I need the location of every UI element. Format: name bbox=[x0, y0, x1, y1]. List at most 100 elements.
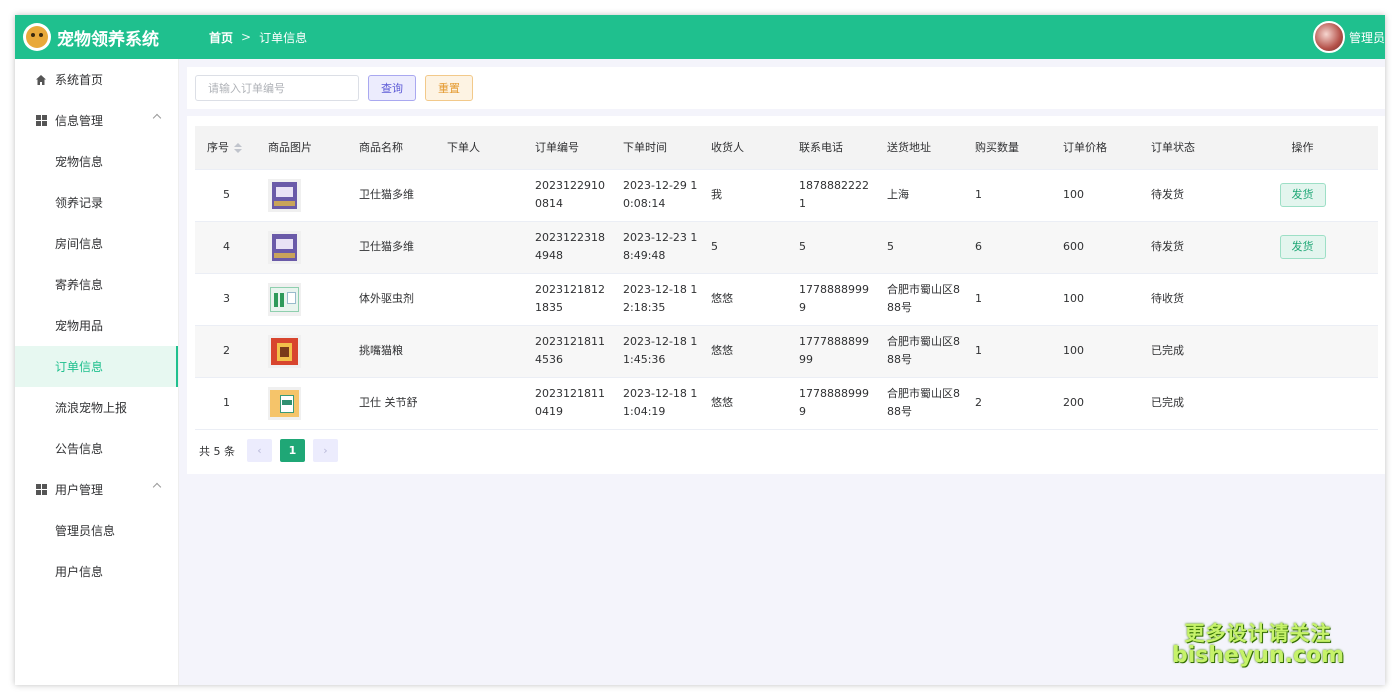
search-bar: 查询 重置 bbox=[187, 67, 1385, 109]
sidebar-item-notices[interactable]: 公告信息 bbox=[15, 428, 178, 469]
cell-price: 100 bbox=[1051, 169, 1139, 222]
reset-button[interactable]: 重置 bbox=[425, 75, 473, 101]
order-number-search-input[interactable] bbox=[195, 75, 359, 101]
cell-address: 5 bbox=[875, 221, 963, 274]
breadcrumb-current: 订单信息 bbox=[259, 30, 308, 45]
sidebar-item-home[interactable]: 系统首页 bbox=[15, 59, 178, 100]
cell-phone: 5 bbox=[787, 221, 875, 274]
product-image[interactable] bbox=[268, 334, 301, 368]
sidebar-item-rooms[interactable]: 房间信息 bbox=[15, 223, 178, 264]
page-button-1[interactable]: 1 bbox=[280, 439, 305, 462]
pagination: 共 5 条 ‹ 1 › bbox=[199, 439, 346, 462]
breadcrumb-home[interactable]: 首页 bbox=[209, 29, 233, 46]
column-header-id[interactable]: 序号 bbox=[195, 126, 256, 170]
watermark: 更多设计请关注 bisheyun.com bbox=[1172, 622, 1344, 668]
sidebar-item-stray-report[interactable]: 流浪宠物上报 bbox=[15, 387, 178, 428]
cell-receiver: 悠悠 bbox=[699, 377, 787, 430]
sidebar-item-user-info[interactable]: 用户信息 bbox=[15, 551, 178, 592]
sidebar-item-adoption[interactable]: 领养记录 bbox=[15, 182, 178, 223]
cell-address: 合肥市蜀山区888号 bbox=[875, 377, 963, 430]
column-header-status: 订单状态 bbox=[1139, 126, 1227, 170]
cell-receiver: 悠悠 bbox=[699, 325, 787, 378]
cell-id: 3 bbox=[195, 273, 256, 326]
table-row: 1 卫仕 关节舒 20231218110419 2023-12-18 11:04:19… bbox=[195, 377, 1378, 430]
cell-status: 待发货 bbox=[1139, 169, 1227, 222]
sidebar-item-label: 管理员信息 bbox=[55, 524, 116, 538]
next-page-button[interactable]: › bbox=[313, 439, 338, 462]
cell-time: 2023-12-18 11:04:19 bbox=[611, 377, 699, 430]
sidebar-item-label: 用户信息 bbox=[55, 565, 104, 579]
cell-phone: 18788822221 bbox=[787, 169, 875, 222]
sidebar-item-label: 宠物信息 bbox=[55, 155, 104, 169]
product-image[interactable] bbox=[268, 386, 301, 420]
grid-icon bbox=[35, 484, 47, 496]
cell-order-no: 20231218110419 bbox=[523, 377, 611, 430]
user-name[interactable]: 管理员 bbox=[1349, 29, 1385, 46]
column-header-name: 商品名称 bbox=[347, 126, 435, 170]
cell-time: 2023-12-18 11:45:36 bbox=[611, 325, 699, 378]
cell-image[interactable] bbox=[256, 221, 347, 274]
avatar[interactable] bbox=[1313, 21, 1345, 53]
orders-table-card: 序号 商品图片 商品名称 下单人 订单编号 下单时间 收货人 联系电话 送货地址… bbox=[187, 116, 1385, 474]
sidebar-group-users[interactable]: 用户管理 bbox=[15, 469, 178, 510]
top-header: 宠物领养系统 首页 > 订单信息 管理员 bbox=[15, 15, 1385, 59]
cell-receiver: 5 bbox=[699, 221, 787, 274]
sidebar-item-label: 信息管理 bbox=[55, 114, 104, 128]
column-header-address: 送货地址 bbox=[875, 126, 963, 170]
prev-page-button[interactable]: ‹ bbox=[247, 439, 272, 462]
app-title: 宠物领养系统 bbox=[57, 29, 159, 50]
sidebar-item-pets[interactable]: 宠物信息 bbox=[15, 141, 178, 182]
cell-image[interactable] bbox=[256, 377, 347, 430]
sidebar-group-info[interactable]: 信息管理 bbox=[15, 100, 178, 141]
sidebar-item-orders[interactable]: 订单信息 bbox=[15, 346, 178, 387]
column-header-order-no: 订单编号 bbox=[523, 126, 611, 170]
cell-image[interactable] bbox=[256, 273, 347, 326]
ship-button[interactable]: 发货 bbox=[1279, 183, 1326, 207]
cell-price: 600 bbox=[1051, 221, 1139, 274]
cell-phone: 17788889999 bbox=[787, 377, 875, 430]
cell-address: 合肥市蜀山区888号 bbox=[875, 325, 963, 378]
table-header-row: 序号 商品图片 商品名称 下单人 订单编号 下单时间 收货人 联系电话 送货地址… bbox=[195, 126, 1378, 170]
cell-image[interactable] bbox=[256, 169, 347, 222]
cell-image[interactable] bbox=[256, 325, 347, 378]
sidebar-item-label: 领养记录 bbox=[55, 196, 104, 210]
product-image[interactable] bbox=[268, 282, 301, 316]
cell-buyer bbox=[435, 325, 523, 378]
home-icon bbox=[35, 74, 47, 86]
cell-time: 2023-12-18 12:18:35 bbox=[611, 273, 699, 326]
user-menu[interactable]: 管理员 bbox=[1313, 21, 1385, 53]
query-button[interactable]: 查询 bbox=[368, 75, 416, 101]
sort-icon[interactable] bbox=[234, 143, 242, 154]
sidebar-item-label: 系统首页 bbox=[55, 73, 104, 87]
cell-id: 1 bbox=[195, 377, 256, 430]
cell-order-no: 20231223184948 bbox=[523, 221, 611, 274]
pet-logo-icon bbox=[23, 23, 51, 51]
table-row: 5 卫仕猫多维 20231229100814 2023-12-29 10:08:14 我… bbox=[195, 169, 1378, 222]
cell-qty: 1 bbox=[963, 169, 1051, 222]
cell-qty: 1 bbox=[963, 273, 1051, 326]
breadcrumb: 首页 > 订单信息 bbox=[209, 29, 307, 46]
cell-time: 2023-12-29 10:08:14 bbox=[611, 169, 699, 222]
cell-buyer bbox=[435, 273, 523, 326]
sidebar-item-supplies[interactable]: 宠物用品 bbox=[15, 305, 178, 346]
cell-buyer bbox=[435, 377, 523, 430]
sidebar-item-label: 流浪宠物上报 bbox=[55, 401, 128, 415]
watermark-line1: 更多设计请关注 bbox=[1184, 621, 1332, 645]
cell-order-no: 20231229100814 bbox=[523, 169, 611, 222]
cell-status: 待收货 bbox=[1139, 273, 1227, 326]
cell-price: 100 bbox=[1051, 325, 1139, 378]
column-header-price: 订单价格 bbox=[1051, 126, 1139, 170]
table-row: 2 挑嘴猫粮 20231218114536 2023-12-18 11:45:36 悠悠… bbox=[195, 325, 1378, 378]
sidebar-item-boarding[interactable]: 寄养信息 bbox=[15, 264, 178, 305]
cell-order-no: 20231218121835 bbox=[523, 273, 611, 326]
product-image[interactable] bbox=[268, 230, 301, 264]
ship-button[interactable]: 发货 bbox=[1279, 235, 1326, 259]
sidebar-item-admins[interactable]: 管理员信息 bbox=[15, 510, 178, 551]
column-header-qty: 购买数量 bbox=[963, 126, 1051, 170]
cell-actions: 发货 bbox=[1227, 169, 1378, 222]
cell-name: 体外驱虫剂 bbox=[347, 273, 435, 326]
product-image[interactable] bbox=[268, 178, 301, 212]
column-header-buyer: 下单人 bbox=[435, 126, 523, 170]
cell-buyer bbox=[435, 169, 523, 222]
cell-qty: 1 bbox=[963, 325, 1051, 378]
